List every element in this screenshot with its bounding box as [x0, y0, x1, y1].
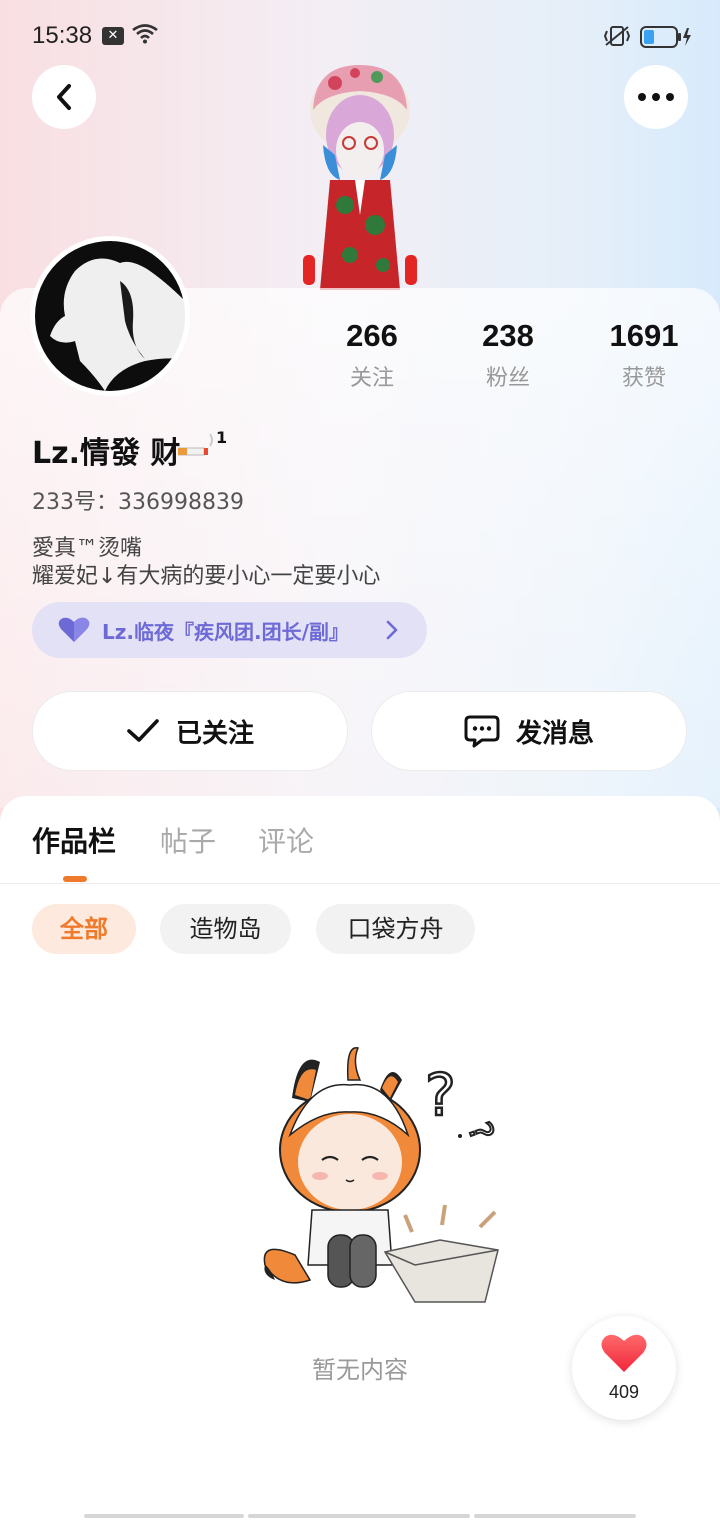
stat-following-label: 关注 [349, 366, 394, 391]
filter-chip-all[interactable]: 全部 [32, 904, 136, 954]
stat-followers-value: 238 [482, 318, 534, 353]
chevron-left-icon [57, 84, 71, 110]
stat-followers[interactable]: 238 粉丝 [448, 318, 568, 392]
home-indicator-segment [248, 1514, 470, 1518]
following-label: 已关注 [175, 718, 254, 749]
stat-likes[interactable]: 1691 获赞 [584, 318, 704, 392]
x-notification-icon: ✕ [102, 27, 124, 45]
check-icon [127, 719, 159, 742]
more-options-button[interactable] [624, 65, 688, 129]
guild-label: Lz.临夜『疾风团.团长/副』 [102, 619, 349, 644]
chat-bubble-icon [464, 715, 500, 748]
bio-line-2: 耀爱妃↓有大病的要小心一定要小心 [32, 564, 381, 589]
wifi-icon [132, 24, 158, 44]
svg-text:?: ? [425, 1061, 456, 1129]
tab-divider [0, 883, 720, 884]
status-time: 15:38 [32, 22, 93, 49]
svg-text:?: ? [460, 1117, 502, 1146]
guild-link[interactable]: Lz.临夜『疾风团.团长/副』 [32, 602, 427, 658]
like-button[interactable]: 409 [572, 1316, 676, 1420]
home-indicator-segment [84, 1514, 244, 1518]
cigarette-badge: 1 [177, 428, 227, 462]
send-message-label: 发消息 [515, 718, 594, 749]
silhouette-avatar-image [35, 241, 185, 391]
tab-works[interactable]: 作品栏 [32, 820, 116, 860]
character-figure-image [303, 65, 417, 290]
send-message-button[interactable]: 发消息 [371, 691, 687, 771]
back-button[interactable] [32, 65, 96, 129]
user-name: Lz.情發 财 [32, 436, 181, 471]
stat-likes-value: 1691 [609, 318, 679, 353]
stat-following[interactable]: 266 关注 [312, 318, 432, 392]
stat-following-value: 266 [346, 318, 398, 353]
tab-posts[interactable]: 帖子 [160, 820, 216, 860]
avatar[interactable] [30, 236, 190, 396]
like-count: 409 [608, 1382, 640, 1402]
filter-chip-pocket-ark[interactable]: 口袋方舟 [316, 904, 475, 954]
heart-icon [58, 617, 90, 642]
stat-followers-label: 粉丝 [485, 366, 530, 391]
home-indicator-segment [474, 1514, 636, 1518]
tab-comments[interactable]: 评论 [258, 820, 314, 860]
following-button[interactable]: 已关注 [32, 691, 348, 771]
name-badge-number: 1 [216, 428, 228, 447]
cigarette-icon [177, 433, 213, 456]
more-dots-icon [638, 93, 674, 101]
chevron-right-icon [386, 620, 398, 640]
stat-likes-label: 获赞 [621, 366, 666, 391]
user-id: 233号：336998839 [32, 490, 244, 515]
filter-chip-creation-island[interactable]: 造物岛 [160, 904, 291, 954]
active-tab-indicator [63, 876, 87, 882]
empty-state-illustration: ? ? [263, 1047, 503, 1303]
vibrate-icon [603, 26, 631, 46]
battery-charging-icon [640, 26, 691, 48]
heart-icon [601, 1334, 647, 1372]
